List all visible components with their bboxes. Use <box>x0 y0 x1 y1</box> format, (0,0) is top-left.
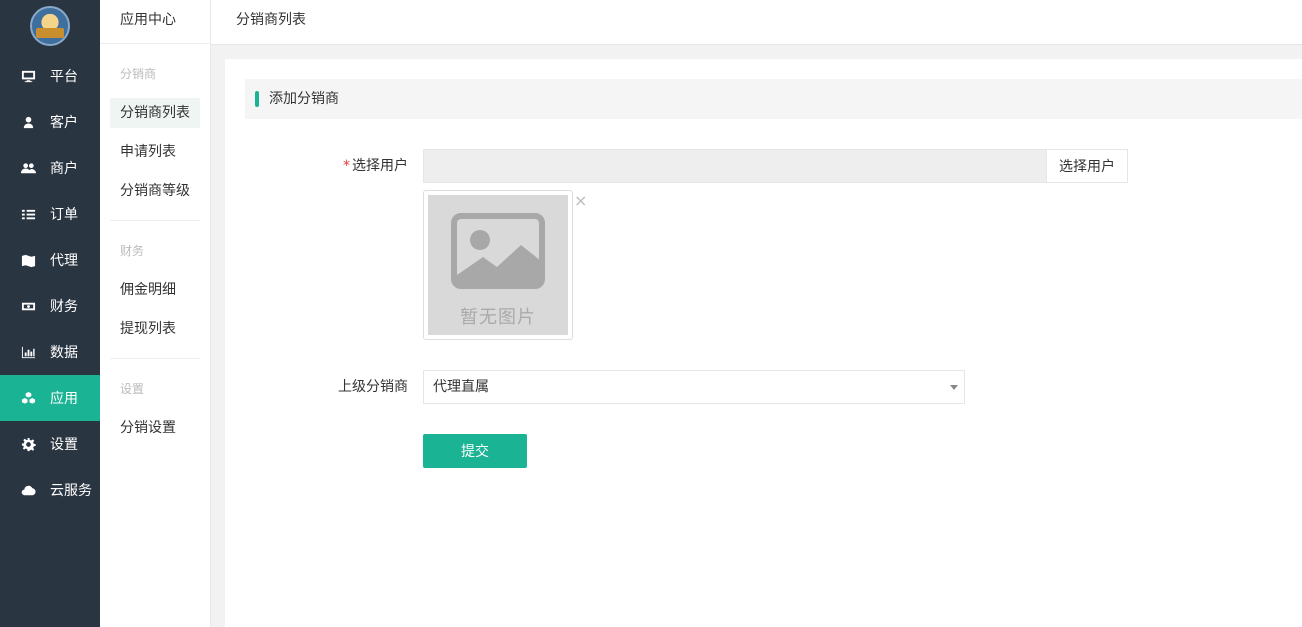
nav-item-label: 订单 <box>50 207 78 223</box>
map-icon <box>20 252 36 268</box>
image-placeholder: 暂无图片 <box>428 195 568 335</box>
sub-group-title: 设置 <box>120 382 145 396</box>
list-icon <box>20 206 36 222</box>
cloud-icon <box>20 482 36 498</box>
divider <box>110 220 200 221</box>
image-placeholder-icon <box>451 213 545 289</box>
main-nav: 平台 客户 商户 订单 代理 财务 数据 应用 设置 云服务 <box>0 0 100 627</box>
sub-sidebar: 应用中心 分销商 分销商列表 申请列表 分销商等级 财务 佣金明细 提现列表 设… <box>100 0 211 627</box>
bar-chart-icon <box>20 344 36 360</box>
select-user-label: * 选择用户 <box>225 149 408 183</box>
parent-distributor-label: 上级分销商 <box>338 379 408 395</box>
parent-distributor-select[interactable]: 代理直属 <box>423 370 965 404</box>
nav-item-label: 代理 <box>50 253 78 269</box>
parent-distributor-value: 代理直属 <box>433 379 489 395</box>
submit-button[interactable]: 提交 <box>423 434 527 468</box>
nav-item-app[interactable]: 应用 <box>0 375 100 421</box>
divider <box>110 358 200 359</box>
required-mark: * <box>343 158 350 174</box>
nav-item-label: 平台 <box>50 69 78 85</box>
nav-item-label: 云服务 <box>50 483 92 499</box>
close-icon[interactable]: × <box>574 191 587 210</box>
money-icon <box>20 298 36 314</box>
gear-icon <box>20 436 36 452</box>
nav-item-agent[interactable]: 代理 <box>0 237 100 283</box>
section-accent-bar <box>255 91 259 107</box>
main-content: 添加分销商 * 选择用户 选择用户 暂无图片 × 上级分销商 代理直属 提交 <box>225 59 1302 627</box>
nav-item-settings[interactable]: 设置 <box>0 421 100 467</box>
sub-item-distributor-level[interactable]: 分销商等级 <box>110 176 200 206</box>
section-title: 添加分销商 <box>269 91 339 107</box>
section-header: 添加分销商 <box>245 79 1302 119</box>
cubes-icon <box>20 390 36 406</box>
logo[interactable] <box>30 6 70 46</box>
nav-item-label: 商户 <box>50 161 78 177</box>
sub-item-application-list[interactable]: 申请列表 <box>110 137 200 167</box>
select-user-button[interactable]: 选择用户 <box>1046 149 1128 183</box>
nav-item-finance[interactable]: 财务 <box>0 283 100 329</box>
nav-item-order[interactable]: 订单 <box>0 191 100 237</box>
sub-group-settings: 设置 分销设置 <box>110 374 200 443</box>
nav-item-merchant[interactable]: 商户 <box>0 145 100 191</box>
nav-item-customer[interactable]: 客户 <box>0 99 100 145</box>
nav-item-label: 客户 <box>50 115 78 131</box>
user-avatar-preview: 暂无图片 <box>423 190 573 340</box>
nav-item-label: 设置 <box>50 437 78 453</box>
sub-group-finance: 财务 佣金明细 提现列表 <box>110 236 200 359</box>
top-bar: 分销商列表 <box>211 0 1302 45</box>
sub-item-distributor-list[interactable]: 分销商列表 <box>110 98 200 128</box>
select-user-input[interactable] <box>423 149 1047 183</box>
nav-item-label: 财务 <box>50 299 78 315</box>
main-nav-list: 平台 客户 商户 订单 代理 财务 数据 应用 设置 云服务 <box>0 53 100 513</box>
select-user-label-text: 选择用户 <box>352 158 408 174</box>
nav-item-label: 数据 <box>50 345 78 361</box>
user-icon <box>20 114 36 130</box>
nav-item-platform[interactable]: 平台 <box>0 53 100 99</box>
sub-group-title: 财务 <box>120 244 145 258</box>
sub-item-distribution-settings[interactable]: 分销设置 <box>110 413 200 443</box>
nav-item-label: 应用 <box>50 391 78 407</box>
breadcrumb: 分销商列表 <box>236 12 306 28</box>
monitor-icon <box>20 68 36 84</box>
nav-item-cloud[interactable]: 云服务 <box>0 467 100 513</box>
sub-item-withdraw-list[interactable]: 提现列表 <box>110 314 200 344</box>
nav-item-data[interactable]: 数据 <box>0 329 100 375</box>
sub-group-distributor: 分销商 分销商列表 申请列表 分销商等级 <box>110 59 200 221</box>
sub-item-commission-detail[interactable]: 佣金明细 <box>110 275 200 305</box>
image-placeholder-text: 暂无图片 <box>460 307 536 328</box>
sub-sidebar-title: 应用中心 <box>100 0 210 44</box>
users-icon <box>20 160 36 176</box>
sub-group-title: 分销商 <box>120 67 157 81</box>
caret-down-icon <box>950 385 958 390</box>
